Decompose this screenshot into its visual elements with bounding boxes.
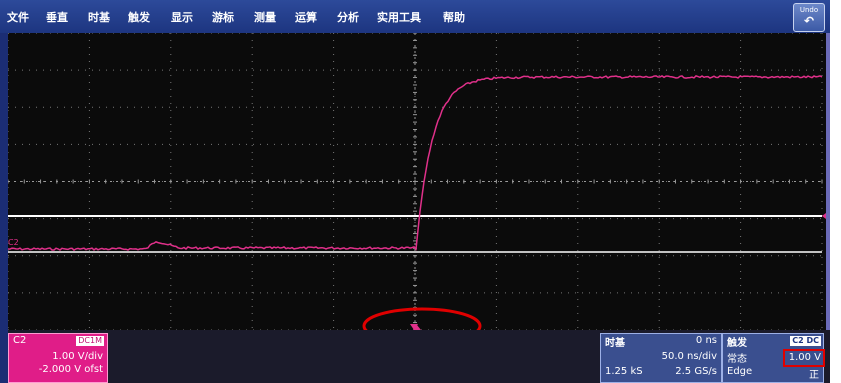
trigger-descriptor[interactable]: 触发 C2 DC 常态 1.00 V Edge 正 — [722, 333, 825, 383]
time-per-div: 50.0 ns/div — [661, 351, 717, 362]
menu-measure[interactable]: 测量 — [254, 9, 276, 25]
menu-display[interactable]: 显示 — [171, 9, 193, 25]
trigger-source-badge: C2 DC — [790, 336, 821, 346]
volts-per-div: 1.00 V/div — [52, 351, 103, 362]
undo-icon: ↶ — [803, 14, 815, 28]
waveform-svg: C2 — [7, 32, 830, 345]
channel-marker-label: C2 — [8, 238, 19, 247]
trigger-slope: 正 — [809, 370, 819, 381]
menu-file[interactable]: 文件 — [7, 9, 29, 25]
menu-help[interactable]: 帮助 — [443, 9, 465, 25]
timebase-title: 时基 — [605, 338, 625, 349]
menu-trigger[interactable]: 触发 — [128, 9, 150, 25]
menu-utilities[interactable]: 实用工具 — [377, 9, 421, 25]
sample-rate: 2.5 GS/s — [675, 366, 717, 377]
trigger-highlight-circle — [362, 307, 482, 345]
channel-offset: -2.000 V ofst — [38, 364, 103, 375]
channel-name: C2 — [13, 335, 27, 346]
trigger-title: 触发 — [727, 338, 747, 349]
right-margin — [830, 0, 841, 383]
channel-c2-descriptor[interactable]: C2 DC1M 1.00 V/div -2.000 V ofst — [8, 333, 108, 383]
menu-math[interactable]: 运算 — [295, 9, 317, 25]
menu-timebase[interactable]: 时基 — [88, 9, 110, 25]
menu-vertical[interactable]: 垂直 — [46, 9, 68, 25]
coupling-badge: DC1M — [76, 336, 104, 346]
c2-trace — [7, 75, 823, 252]
oscilloscope-window: 文件 垂直 时基 触发 显示 游标 测量 运算 分析 实用工具 帮助 Undo … — [0, 0, 841, 383]
timebase-descriptor[interactable]: 时基 0 ns 50.0 ns/div 1.25 kS 2.5 GS/s — [600, 333, 722, 383]
timebase-delay: 0 ns — [695, 335, 717, 346]
trigger-level: 1.00 V — [783, 349, 825, 367]
left-edge-band — [0, 33, 8, 383]
menu-bar: 文件 垂直 时基 触发 显示 游标 测量 运算 分析 实用工具 帮助 Undo … — [0, 0, 831, 33]
menu-cursors[interactable]: 游标 — [212, 9, 234, 25]
undo-button[interactable]: Undo ↶ — [793, 3, 825, 32]
menu-analysis[interactable]: 分析 — [337, 9, 359, 25]
waveform-display[interactable]: C2 — [7, 32, 830, 345]
trigger-mode: 常态 — [727, 354, 747, 365]
sample-points: 1.25 kS — [605, 366, 643, 377]
trigger-type: Edge — [727, 366, 753, 377]
